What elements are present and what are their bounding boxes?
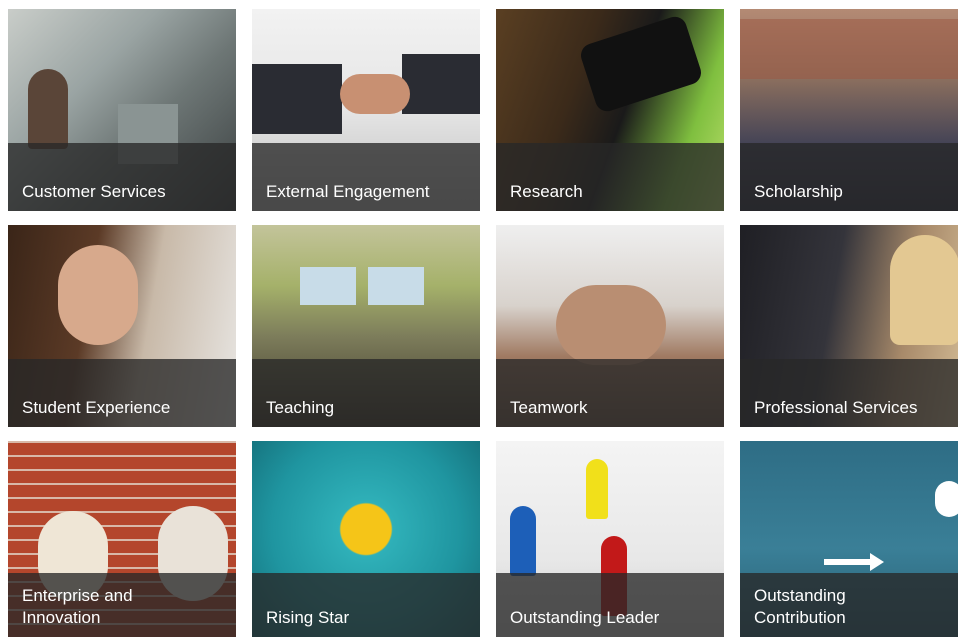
tile-professional-services[interactable]: Professional Services <box>740 225 958 427</box>
tile-caption: Scholarship <box>740 143 958 211</box>
tile-enterprise-innovation[interactable]: Enterprise and Innovation <box>8 441 236 637</box>
tile-label: Outstanding Contribution <box>754 586 846 627</box>
tile-label: Enterprise and Innovation <box>22 586 133 627</box>
tile-label: Scholarship <box>754 182 843 201</box>
tile-outstanding-contribution[interactable]: Outstanding Contribution <box>740 441 958 637</box>
tile-label: Student Experience <box>22 398 171 417</box>
tile-caption: Outstanding Contribution <box>740 573 958 637</box>
tile-caption: Teaching <box>252 359 480 427</box>
tile-teaching[interactable]: Teaching <box>252 225 480 427</box>
tile-label: Teamwork <box>510 398 588 417</box>
tile-label: Customer Services <box>22 182 166 201</box>
tile-caption: Student Experience <box>8 359 236 427</box>
tile-label: Outstanding Leader <box>510 608 660 627</box>
tile-caption: Research <box>496 143 724 211</box>
tile-label: Rising Star <box>266 608 350 627</box>
tile-external-engagement[interactable]: External Engagement <box>252 9 480 211</box>
tile-outstanding-leader[interactable]: Outstanding Leader <box>496 441 724 637</box>
tile-research[interactable]: Research <box>496 9 724 211</box>
tile-caption: Rising Star <box>252 573 480 637</box>
tile-scholarship[interactable]: Scholarship <box>740 9 958 211</box>
tile-caption: Customer Services <box>8 143 236 211</box>
award-category-grid: Customer Services External Engagement Re… <box>0 0 958 637</box>
tile-label: Research <box>510 182 583 201</box>
tile-label: External Engagement <box>266 182 430 201</box>
tile-teamwork[interactable]: Teamwork <box>496 225 724 427</box>
tile-caption: Enterprise and Innovation <box>8 573 236 637</box>
tile-caption: Professional Services <box>740 359 958 427</box>
tile-student-experience[interactable]: Student Experience <box>8 225 236 427</box>
tile-label: Teaching <box>266 398 335 417</box>
tile-caption: Teamwork <box>496 359 724 427</box>
tile-label: Professional Services <box>754 398 918 417</box>
tile-caption: Outstanding Leader <box>496 573 724 637</box>
tile-customer-services[interactable]: Customer Services <box>8 9 236 211</box>
tile-rising-star[interactable]: Rising Star <box>252 441 480 637</box>
tile-caption: External Engagement <box>252 143 480 211</box>
